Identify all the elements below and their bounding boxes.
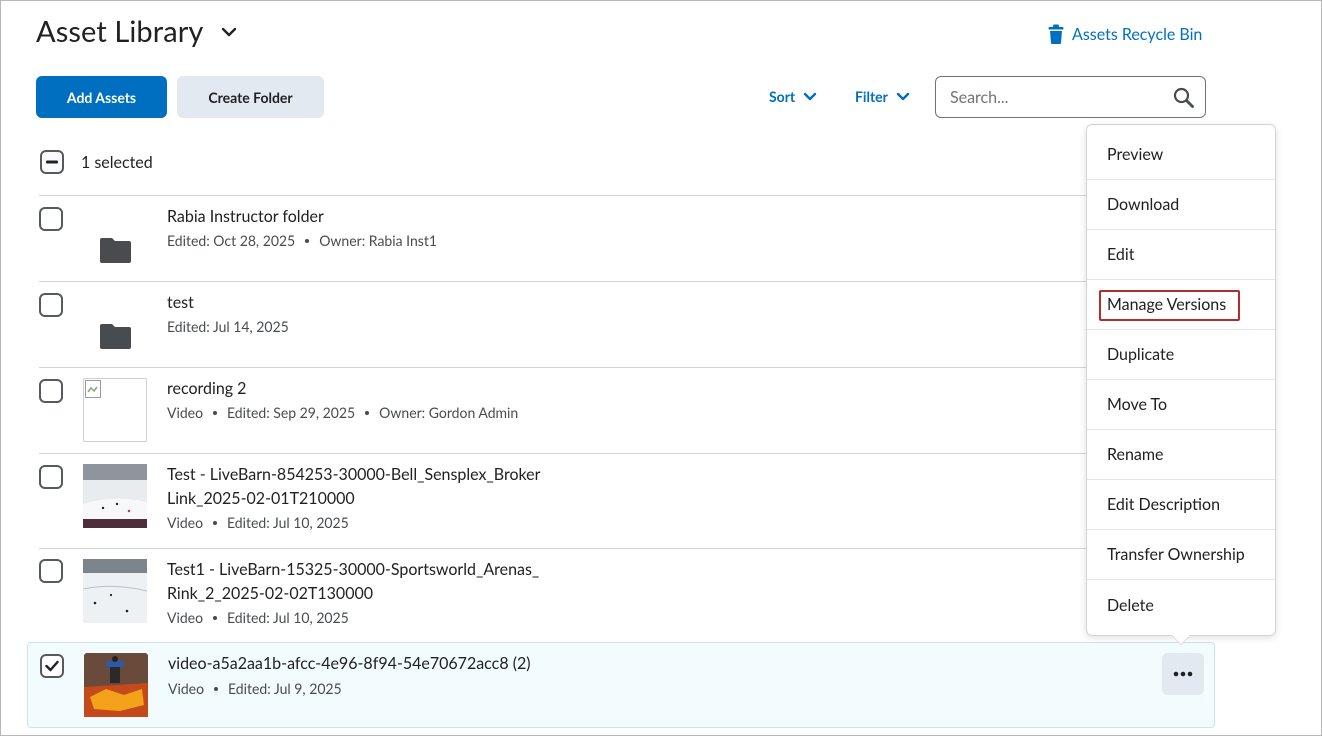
video-thumbnail	[82, 559, 148, 623]
row-checkbox-checked[interactable]	[40, 654, 64, 678]
sort-label: Sort	[769, 88, 796, 105]
row-checkbox[interactable]	[39, 465, 63, 489]
add-assets-button[interactable]: Add Assets	[36, 76, 167, 118]
asset-name[interactable]: test	[167, 291, 194, 315]
menu-item-download[interactable]: Download	[1087, 180, 1275, 230]
chevron-down-icon	[803, 92, 817, 101]
list-item-selected[interactable]: video-a5a2aa1b-afcc-4e96-8f94-54e70672ac…	[27, 642, 1215, 728]
separator-dot	[213, 410, 218, 415]
asset-name[interactable]: Test - LiveBarn-854253-30000-Bell_Senspl…	[167, 463, 540, 511]
menu-item-rename[interactable]: Rename	[1087, 430, 1275, 480]
page-title: Asset Library	[36, 14, 204, 49]
row-checkbox[interactable]	[39, 207, 63, 231]
asset-meta: Video Edited: Jul 9, 2025	[168, 680, 342, 697]
edited-date: Edited: Oct 28, 2025	[167, 232, 296, 249]
menu-item-edit[interactable]: Edit	[1087, 230, 1275, 280]
separator-dot	[365, 410, 370, 415]
asset-meta: Video Edited: Sep 29, 2025 Owner: Gordon A…	[167, 404, 518, 421]
edited-date: Edited: Jul 14, 2025	[167, 318, 289, 335]
search-box	[935, 76, 1206, 118]
edited-date: Edited: Jul 9, 2025	[228, 680, 342, 697]
chevron-down-icon	[896, 92, 909, 101]
menu-item-manage-versions[interactable]: Manage Versions	[1087, 280, 1275, 330]
search-icon[interactable]	[1173, 87, 1195, 113]
asset-name[interactable]: video-a5a2aa1b-afcc-4e96-8f94-54e70672ac…	[168, 652, 531, 676]
ellipsis-icon	[1173, 671, 1193, 677]
edited-date: Edited: Jul 10, 2025	[227, 514, 349, 531]
filter-dropdown[interactable]: Filter	[855, 88, 910, 105]
selection-summary: 1 selected	[40, 150, 153, 174]
list-item[interactable]: Test - LiveBarn-854253-30000-Bell_Senspl…	[27, 454, 1215, 548]
minus-icon	[46, 160, 58, 164]
edited-date: Edited: Sep 29, 2025	[227, 404, 356, 421]
asset-name-line: Test1 - LiveBarn-15325-30000-Sportsworld…	[167, 560, 540, 579]
folder-icon	[83, 294, 147, 358]
list-item[interactable]: test Edited: Jul 14, 2025	[27, 282, 1215, 367]
asset-name[interactable]: Rabia Instructor folder	[167, 205, 324, 229]
row-checkbox[interactable]	[39, 559, 63, 583]
menu-item-preview[interactable]: Preview	[1087, 130, 1275, 180]
asset-meta: Video Edited: Jul 10, 2025	[167, 514, 349, 531]
asset-type: Video	[168, 680, 205, 697]
selected-count: 1 selected	[81, 152, 153, 172]
list-item[interactable]: Rabia Instructor folder Edited: Oct 28, …	[27, 196, 1215, 281]
menu-item-edit-description[interactable]: Edit Description	[1087, 480, 1275, 530]
asset-name-line: Rink_2_2025-02-02T130000	[167, 584, 374, 603]
asset-type: Video	[167, 514, 204, 531]
menu-item-duplicate[interactable]: Duplicate	[1087, 330, 1275, 380]
asset-name[interactable]: Test1 - LiveBarn-15325-30000-Sportsworld…	[167, 558, 539, 606]
checkmark-icon	[45, 660, 59, 672]
asset-meta: Video Edited: Jul 10, 2025	[167, 609, 349, 626]
owner: Owner: Gordon Admin	[379, 404, 519, 421]
asset-type: Video	[167, 404, 204, 421]
header: Asset Library	[36, 14, 239, 49]
filter-label: Filter	[855, 88, 888, 105]
menu-item-delete[interactable]: Delete	[1087, 580, 1275, 630]
sort-dropdown[interactable]: Sort	[769, 88, 817, 105]
recycle-bin-label: Assets Recycle Bin	[1072, 24, 1203, 44]
asset-type: Video	[167, 609, 204, 626]
asset-name-line: Link_2025-02-01T210000	[167, 489, 355, 508]
list-item[interactable]: Test1 - LiveBarn-15325-30000-Sportsworld…	[27, 549, 1215, 641]
video-thumbnail	[83, 464, 147, 528]
separator-dot	[305, 238, 310, 243]
asset-name[interactable]: recording 2	[167, 377, 246, 401]
row-checkbox[interactable]	[39, 379, 63, 403]
more-actions-button[interactable]	[1162, 653, 1204, 695]
chevron-down-icon[interactable]	[219, 22, 239, 42]
context-menu: Preview Download Edit Manage Versions Du…	[1086, 124, 1276, 636]
create-folder-button[interactable]: Create Folder	[177, 76, 324, 118]
menu-item-transfer-ownership[interactable]: Transfer Ownership	[1087, 530, 1275, 580]
separator-dot	[214, 686, 219, 691]
menu-item-move-to[interactable]: Move To	[1087, 380, 1275, 430]
asset-name-line: Test - LiveBarn-854253-30000-Bell_Senspl…	[167, 465, 541, 484]
search-input[interactable]	[950, 87, 1160, 107]
recycle-bin-link[interactable]: Assets Recycle Bin	[1048, 24, 1202, 44]
broken-image-icon	[83, 378, 147, 442]
edited-date: Edited: Jul 10, 2025	[227, 609, 349, 626]
row-checkbox[interactable]	[39, 293, 63, 317]
separator-dot	[213, 520, 218, 525]
list-item[interactable]: recording 2 Video Edited: Sep 29, 2025 Own…	[27, 368, 1215, 453]
asset-meta: Edited: Oct 28, 2025 Owner: Rabia Inst1	[167, 232, 437, 249]
separator-dot	[213, 615, 218, 620]
owner: Owner: Rabia Inst1	[319, 232, 437, 249]
menu-caret	[1172, 635, 1190, 644]
folder-icon	[83, 208, 147, 272]
select-all-checkbox[interactable]	[40, 150, 64, 174]
trash-icon	[1048, 24, 1064, 44]
video-thumbnail	[84, 653, 148, 717]
asset-meta: Edited: Jul 14, 2025	[167, 318, 289, 335]
